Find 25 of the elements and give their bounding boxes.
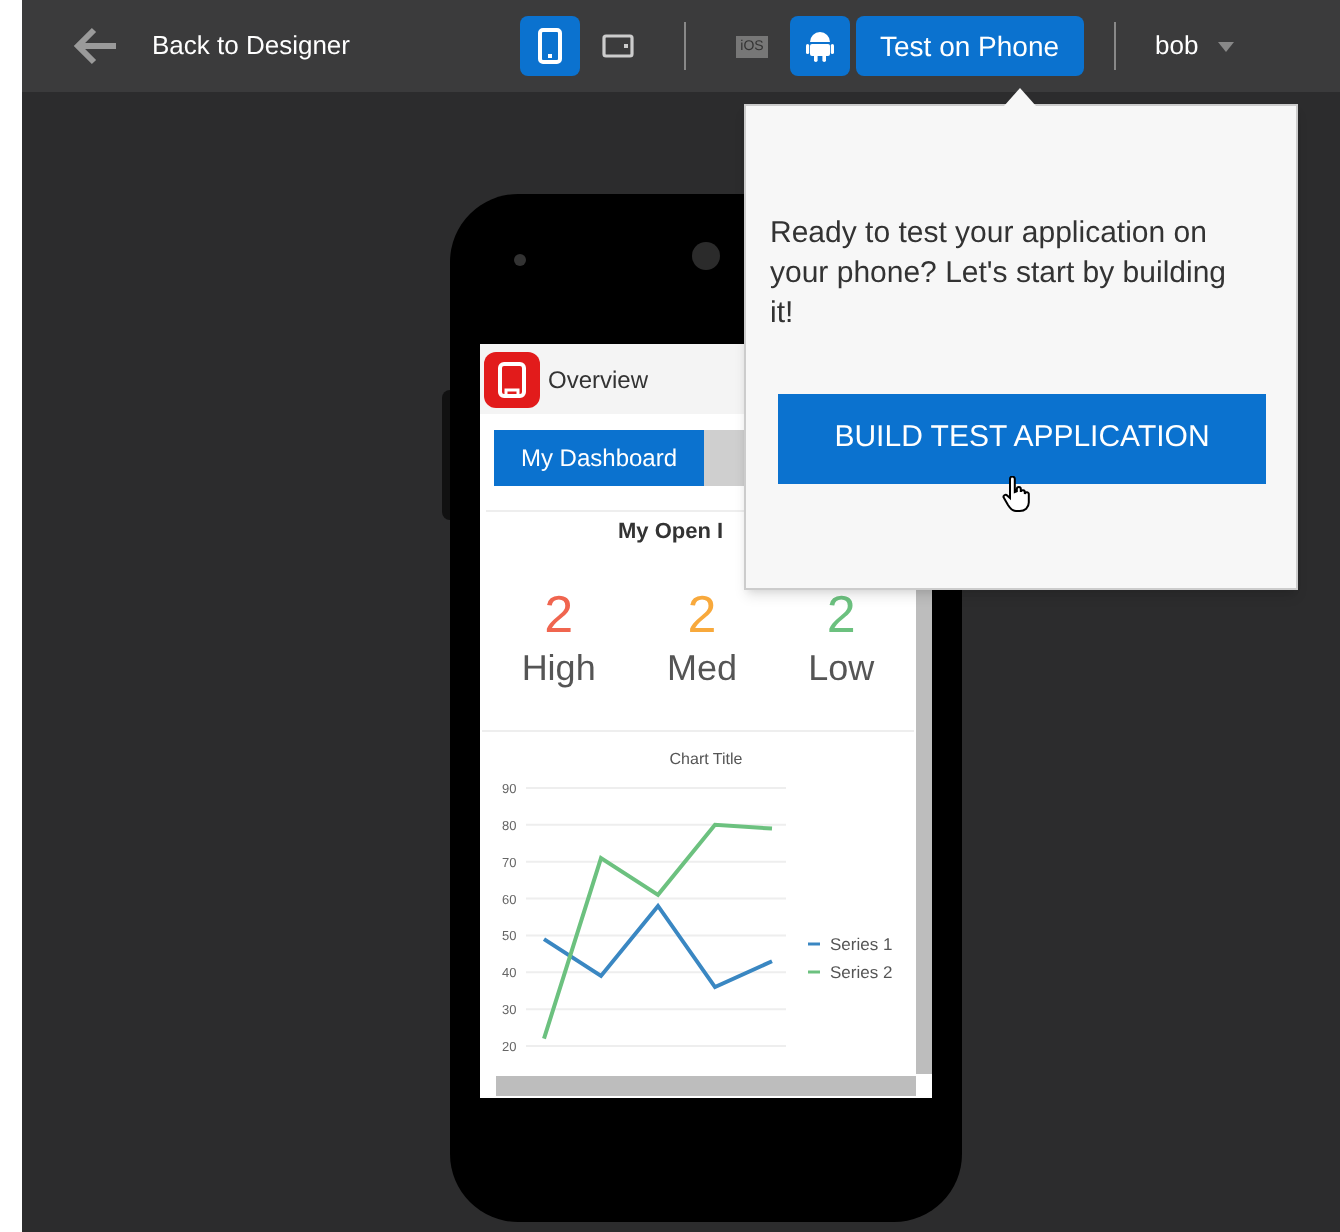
back-arrow-icon — [72, 26, 120, 66]
count-label: High — [521, 645, 596, 689]
caret-icon — [1218, 41, 1235, 51]
card-title: My Open I — [618, 518, 724, 548]
app-title: Overview — [548, 363, 649, 397]
count-label: Med — [666, 645, 737, 689]
user-menu[interactable]: bob — [1155, 26, 1235, 66]
legend-label: Series 1 — [830, 934, 893, 954]
android-platform-button[interactable] — [790, 16, 850, 76]
tablet-icon — [602, 34, 634, 58]
count-value: 2 — [826, 581, 856, 645]
count-value: 2 — [544, 581, 574, 645]
chart-title: Chart Title — [669, 750, 743, 768]
phone-view-button[interactable] — [520, 16, 580, 76]
back-button[interactable]: Back to Designer — [72, 26, 350, 66]
phone-icon — [538, 28, 562, 64]
count-value: 2 — [687, 581, 717, 645]
hand-cursor-icon — [1002, 476, 1030, 512]
popover-message: Ready to test your application on your phone? Let's start by building it! — [770, 214, 1229, 334]
test-on-phone-button[interactable]: Test on Phone — [856, 16, 1084, 76]
dashboard-tab[interactable]: My Dashboard — [494, 430, 704, 486]
count-label: Low — [808, 645, 875, 689]
legend-label: Series 2 — [830, 962, 893, 982]
android-icon — [806, 30, 834, 62]
build-test-application-button[interactable]: BUILD TEST APPLICATION — [778, 394, 1266, 484]
